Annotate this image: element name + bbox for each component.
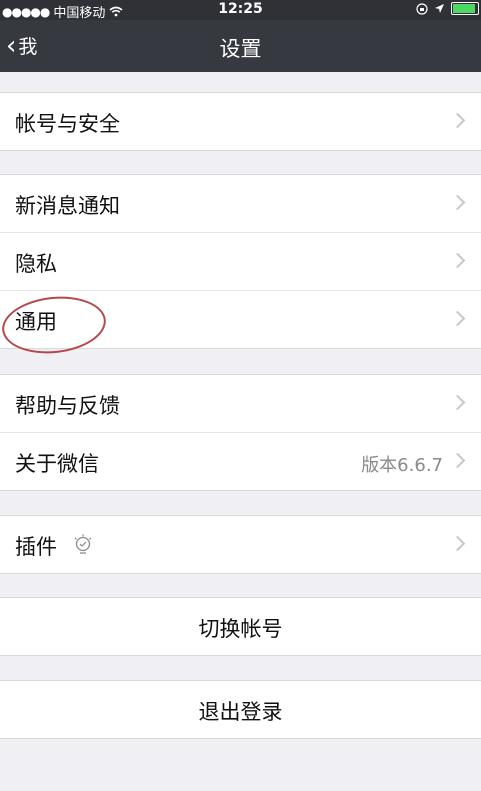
logout-group: 退出登录 bbox=[0, 680, 481, 739]
item-label: 帮助与反馈 bbox=[15, 394, 120, 418]
item-label: 隐私 bbox=[15, 252, 57, 276]
switch-account-label: 切换帐号 bbox=[198, 617, 283, 641]
switch-account-button[interactable]: 切换帐号 bbox=[0, 598, 481, 655]
chevron-right-icon bbox=[449, 252, 466, 269]
plugins-item[interactable]: 插件 bbox=[0, 516, 481, 573]
item-label: 帐号与安全 bbox=[15, 112, 120, 136]
bulb-icon bbox=[74, 534, 92, 554]
item-label: 关于微信 bbox=[15, 452, 99, 476]
new-message-notification-item[interactable]: 新消息通知 bbox=[0, 175, 481, 233]
settings-group-help: 帮助与反馈 关于微信 版本6.6.7 bbox=[0, 374, 481, 491]
chevron-right-icon bbox=[449, 194, 466, 211]
account-security-item[interactable]: 帐号与安全 bbox=[0, 93, 481, 150]
navigation-bar: ‹ 我 设置 bbox=[0, 20, 481, 72]
about-wechat-item[interactable]: 关于微信 版本6.6.7 bbox=[0, 433, 481, 490]
page-title: 设置 bbox=[219, 37, 262, 61]
status-right bbox=[416, 2, 479, 15]
status-bar: ●●●●● 中国移动 12:25 bbox=[0, 0, 481, 21]
settings-group-plugins: 插件 bbox=[0, 515, 481, 574]
chevron-right-icon bbox=[449, 394, 466, 411]
chevron-right-icon bbox=[449, 310, 466, 327]
logout-label: 退出登录 bbox=[198, 700, 283, 724]
chevron-right-icon bbox=[449, 112, 466, 129]
chevron-right-icon bbox=[449, 452, 466, 469]
orientation-lock-icon bbox=[416, 2, 428, 15]
item-label: 插件 bbox=[15, 535, 57, 559]
settings-group-account: 帐号与安全 bbox=[0, 92, 481, 151]
status-time: 12:25 bbox=[218, 1, 263, 17]
chevron-right-icon bbox=[449, 535, 466, 552]
location-arrow-icon bbox=[435, 4, 444, 13]
logout-button[interactable]: 退出登录 bbox=[0, 681, 481, 738]
item-label: 新消息通知 bbox=[15, 194, 120, 218]
switch-account-group: 切换帐号 bbox=[0, 597, 481, 656]
battery-icon bbox=[451, 2, 479, 15]
privacy-item[interactable]: 隐私 bbox=[0, 233, 481, 291]
help-feedback-item[interactable]: 帮助与反馈 bbox=[0, 375, 481, 433]
version-value: 版本6.6.7 bbox=[361, 455, 443, 476]
